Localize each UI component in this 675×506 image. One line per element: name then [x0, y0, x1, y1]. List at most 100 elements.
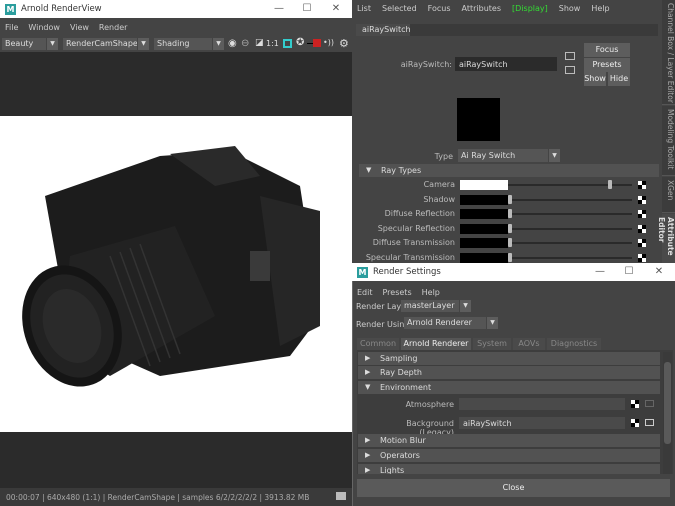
snapshot-icon[interactable]: [336, 492, 346, 500]
map-button-icon[interactable]: [638, 253, 646, 262]
maximize-button[interactable]: ☐: [293, 0, 321, 18]
section-lights[interactable]: ▶ Lights: [358, 464, 660, 474]
input-connection-icon[interactable]: [565, 52, 575, 60]
map-button-icon[interactable]: [638, 181, 646, 189]
maximize-button[interactable]: ☐: [615, 263, 643, 281]
map-button-icon[interactable]: [638, 210, 646, 218]
section-ray-types[interactable]: ▼ Ray Types: [359, 164, 659, 177]
output-connection-icon[interactable]: [565, 66, 575, 74]
minimize-button[interactable]: —: [265, 0, 293, 18]
side-tab-modeling-toolkit[interactable]: Modeling Toolkit: [662, 106, 675, 176]
color-swatch[interactable]: [460, 194, 508, 205]
show-button[interactable]: Show: [584, 72, 606, 86]
close-settings-button[interactable]: Close: [357, 479, 670, 497]
atmosphere-connection-icon[interactable]: [645, 400, 654, 407]
menu-window[interactable]: Window: [28, 23, 60, 32]
section-environment[interactable]: ▼ Environment: [358, 381, 660, 394]
render-layer-dropdown[interactable]: masterLayer ▼: [401, 300, 471, 312]
tab-system[interactable]: System: [473, 338, 511, 350]
slider-track[interactable]: [508, 227, 632, 230]
section-sampling[interactable]: ▶ Sampling: [358, 352, 660, 365]
menu-presets[interactable]: Presets: [383, 288, 412, 297]
tab-diagnostics[interactable]: Diagnostics: [547, 338, 601, 350]
atmosphere-map-icon[interactable]: [631, 400, 639, 408]
menu-help[interactable]: Help: [422, 288, 440, 297]
tab-airayswitch[interactable]: aiRaySwitch: [356, 24, 411, 36]
slider-track[interactable]: [508, 242, 632, 244]
background-map-icon[interactable]: [631, 419, 639, 427]
slider-handle[interactable]: [508, 238, 512, 247]
slider-track[interactable]: [508, 256, 632, 259]
background-input[interactable]: aiRaySwitch: [459, 417, 625, 429]
slider-handle[interactable]: [508, 223, 512, 233]
side-tab-channel-box[interactable]: Channel Box / Layer Editor: [662, 0, 675, 105]
menu-display[interactable]: [Display]: [512, 4, 548, 13]
menu-help[interactable]: Help: [591, 4, 609, 13]
ray-label: Diffuse Transmission: [372, 238, 455, 247]
color-swatch[interactable]: [460, 180, 508, 190]
atmosphere-input[interactable]: [459, 398, 625, 410]
section-operators[interactable]: ▶ Operators: [358, 449, 660, 462]
background-color-swatch[interactable]: [313, 39, 321, 47]
display-mode-dropdown[interactable]: Shading ▼: [154, 38, 224, 50]
color-swatch[interactable]: [460, 223, 508, 234]
map-button-icon[interactable]: [638, 224, 646, 233]
slider-track[interactable]: [508, 198, 632, 201]
window-title: Render Settings: [373, 267, 441, 277]
slider-handle[interactable]: [508, 252, 512, 262]
node-name-input[interactable]: aiRaySwitch: [455, 57, 557, 71]
section-ray-depth[interactable]: ▶ Ray Depth: [358, 366, 660, 379]
map-button-icon[interactable]: [638, 195, 646, 204]
aov-dropdown[interactable]: Beauty ▼: [2, 38, 58, 50]
color-swatch[interactable]: [460, 252, 508, 263]
render-icon[interactable]: ◉: [228, 38, 237, 49]
sound-icon[interactable]: •)): [323, 38, 334, 47]
menu-attributes[interactable]: Attributes: [462, 4, 502, 13]
atmosphere-label: Atmosphere: [405, 400, 454, 409]
slider-track[interactable]: [508, 184, 632, 186]
menu-selected[interactable]: Selected: [382, 4, 417, 13]
renderview-menubar: File Window View Render: [0, 18, 352, 36]
rs-scrollbar[interactable]: [663, 352, 672, 474]
ipr-icon[interactable]: ⊖: [241, 38, 249, 49]
camera-render-image: [22, 146, 320, 387]
map-button-icon[interactable]: [638, 239, 646, 247]
hide-button[interactable]: Hide: [608, 72, 630, 86]
scrollbar-thumb[interactable]: [664, 362, 671, 444]
focus-button[interactable]: Focus: [584, 43, 630, 57]
tab-common[interactable]: Common: [357, 338, 399, 350]
type-label: Type: [434, 152, 453, 161]
crop-icon[interactable]: ◪: [255, 38, 264, 48]
minimize-button[interactable]: —: [586, 263, 614, 281]
close-button[interactable]: ✕: [645, 263, 673, 281]
close-button[interactable]: ✕: [322, 0, 350, 18]
menu-render[interactable]: Render: [99, 23, 127, 32]
menu-list[interactable]: List: [357, 4, 371, 13]
window-title: Arnold RenderView: [21, 4, 102, 14]
ratio-label[interactable]: 1:1: [266, 39, 279, 48]
exposure-icon[interactable]: ✪: [296, 37, 304, 48]
background-connection-icon[interactable]: [645, 419, 654, 426]
menu-file[interactable]: File: [5, 23, 18, 32]
color-swatch[interactable]: [460, 238, 508, 248]
slider-handle[interactable]: [508, 194, 512, 204]
ray-label: Specular Reflection: [377, 223, 455, 233]
section-motion-blur[interactable]: ▶ Motion Blur: [358, 434, 660, 447]
camera-dropdown[interactable]: RenderCamShape ▼: [63, 38, 149, 50]
presets-button[interactable]: Presets: [584, 58, 630, 72]
render-using-dropdown[interactable]: Arnold Renderer ▼: [404, 317, 498, 329]
color-swatch[interactable]: [460, 209, 508, 219]
tab-aovs[interactable]: AOVs: [513, 338, 545, 350]
menu-view[interactable]: View: [70, 23, 89, 32]
menu-show[interactable]: Show: [559, 4, 581, 13]
settings-gear-icon[interactable]: ⚙: [339, 37, 349, 50]
slider-handle[interactable]: [608, 180, 612, 189]
tab-arnold-renderer[interactable]: Arnold Renderer: [401, 338, 471, 350]
type-dropdown[interactable]: Ai Ray Switch ▼: [458, 149, 560, 162]
menu-edit[interactable]: Edit: [357, 288, 373, 297]
slider-track[interactable]: [508, 213, 632, 215]
slider-handle[interactable]: [508, 209, 512, 218]
side-tab-xgen[interactable]: XGen: [662, 177, 675, 213]
menu-focus[interactable]: Focus: [428, 4, 451, 13]
region-icon[interactable]: [283, 39, 292, 48]
